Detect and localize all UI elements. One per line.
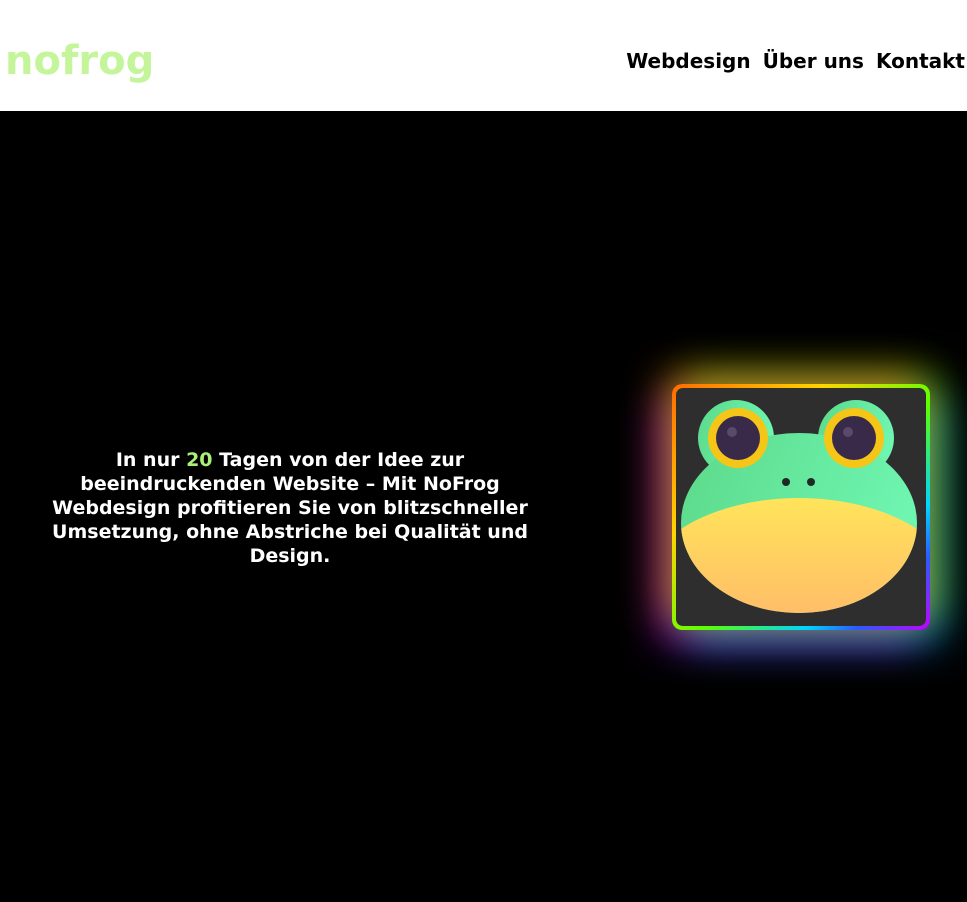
frog-image-frame <box>672 384 930 630</box>
logo-link[interactable]: nofrog <box>5 35 154 87</box>
hero-days-highlight: 20 <box>186 449 213 471</box>
main-nav: Webdesign Über uns Kontakt <box>626 47 965 75</box>
frog-illustration <box>681 400 917 613</box>
nav-contact[interactable]: Kontakt <box>876 47 965 75</box>
hero-text: In nur 20 Tagen von der Idee zur beeindr… <box>50 448 530 568</box>
nav-webdesign[interactable]: Webdesign <box>626 47 750 75</box>
site-header: nofrog Webdesign Über uns Kontakt <box>0 0 967 111</box>
hero-text-before: In nur <box>115 449 187 471</box>
hero-section: In nur 20 Tagen von der Idee zur beeindr… <box>0 111 967 902</box>
frog-icon <box>676 388 926 626</box>
nav-about[interactable]: Über uns <box>763 47 864 75</box>
